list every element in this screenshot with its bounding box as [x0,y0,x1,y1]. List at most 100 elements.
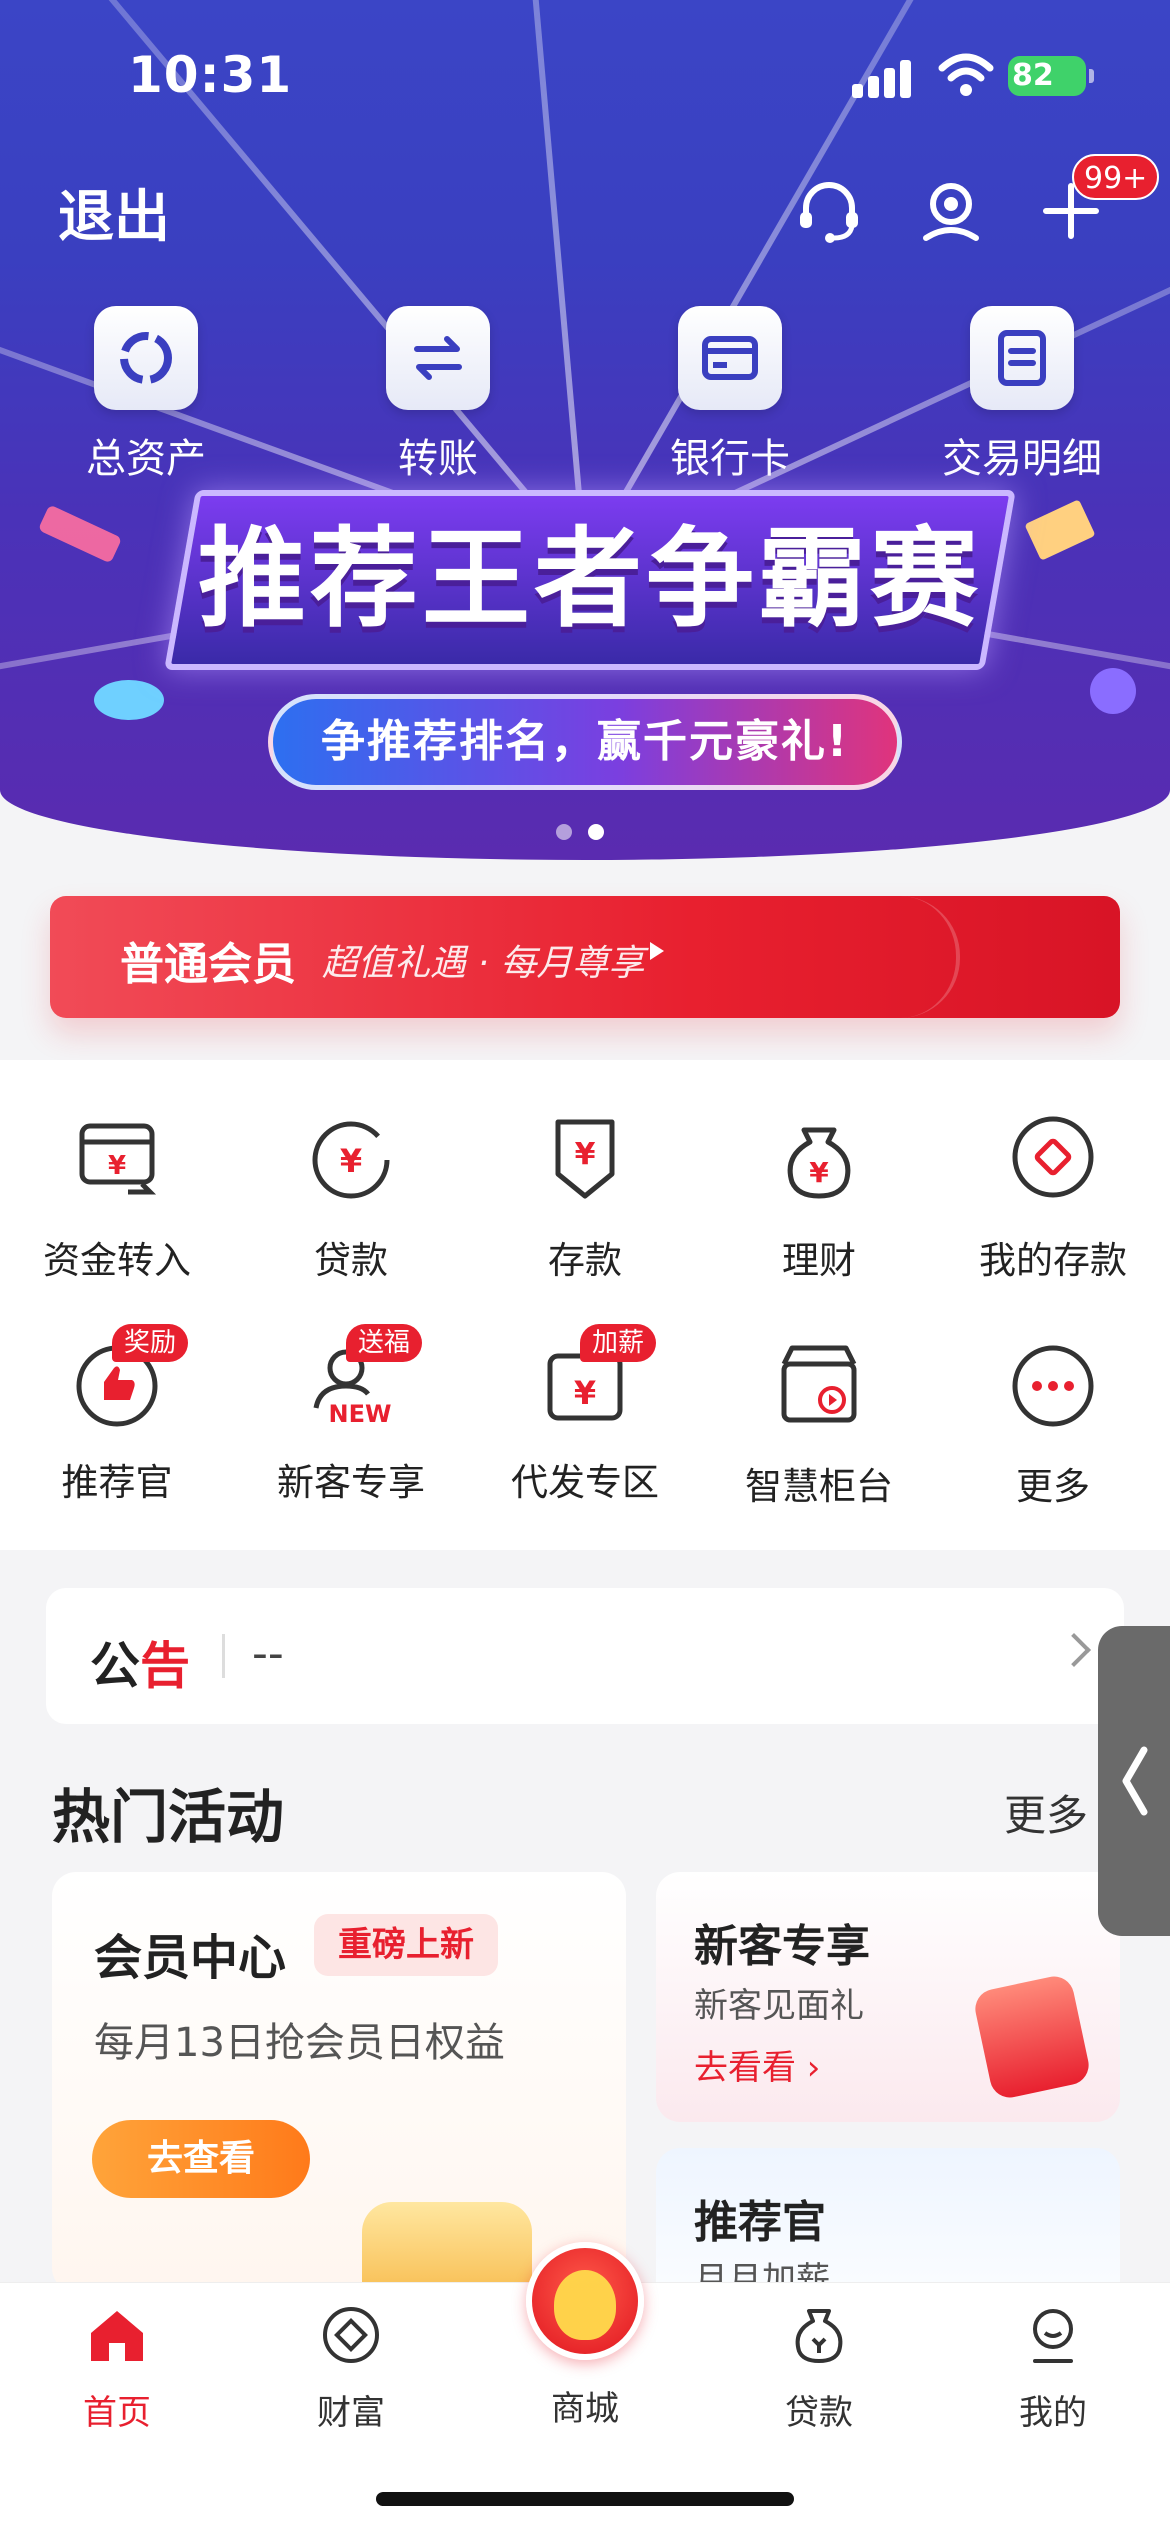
tab-label: 商城 [551,2389,619,2429]
service-wealth[interactable]: ¥ 理财 [702,1112,936,1284]
mascot-icon [554,2270,616,2340]
quick-total-assets[interactable]: 总资产 [56,306,236,484]
svg-text:¥: ¥ [574,1374,596,1412]
quick-label: 总资产 [86,436,206,482]
card-link-text: 去看看 [694,2048,796,2088]
service-fund-transfer-in[interactable]: ¥ 资金转入 [0,1112,234,1284]
home-indicator[interactable] [376,2492,794,2506]
more-icon [1012,1345,1094,1427]
quick-transaction-details[interactable]: 交易明细 [932,306,1112,484]
tab-loan[interactable]: 贷款 [702,2303,936,2434]
hot-activities-more-link[interactable]: 更多 [1004,1782,1088,1843]
confetti-decoration [37,504,123,564]
loan-icon: ¥ [312,1121,390,1199]
service-label: 更多 [1016,1465,1090,1508]
carousel-dot [556,824,572,840]
transfer-icon [386,306,490,410]
notification-badge: 99+ [1072,154,1160,200]
member-bar[interactable]: 普通会员 超值礼遇 · 每月尊享 [50,896,1120,1018]
tab-mine[interactable]: 我的 [936,2303,1170,2434]
card-title: 会员中心 [94,1930,287,1986]
status-time: 10:31 [128,46,293,104]
service-label: 理财 [782,1239,856,1282]
wealth-tab-icon [323,2307,379,2363]
mall-mascot-button[interactable] [526,2242,644,2360]
side-drawer-handle[interactable] [1098,1626,1170,1936]
deposit-icon: ¥ [555,1119,615,1199]
service-new-customer[interactable]: NEW 送福 新客专享 [234,1324,468,1506]
transaction-details-icon [970,306,1074,410]
svg-text:¥: ¥ [108,1151,126,1181]
hero-banner-area: 10:31 82 退出 99+ 总资产 转账 银行卡 交易明细 推荐王者争霸赛 … [0,0,1170,860]
home-icon [91,2311,143,2361]
decorative-arc [870,896,960,1018]
wifi-icon [938,53,994,96]
service-my-deposit[interactable]: 我的存款 [936,1112,1170,1284]
my-deposit-icon [1012,1116,1094,1198]
svg-text:¥: ¥ [809,1156,829,1189]
smart-counter-icon [781,1345,857,1423]
payroll-icon: ¥ 加薪 [540,1324,657,1428]
service-more[interactable]: 更多 [936,1338,1170,1510]
announcement-label-part: 公 [90,1637,140,1695]
quick-label: 银行卡 [670,436,790,482]
card-link[interactable]: 去看看 › [694,2040,820,2089]
carousel-dot-active [588,824,604,840]
tab-label: 财富 [317,2393,385,2433]
quick-bank-card[interactable]: 银行卡 [640,306,820,484]
tab-label: 我的 [1019,2393,1087,2433]
service-label: 贷款 [314,1239,388,1282]
cellular-signal-icon [852,58,914,98]
member-benefits: 超值礼遇 · 每月尊享 [322,943,645,984]
service-label: 推荐官 [61,1461,173,1504]
loan-tab-icon [795,2309,843,2363]
tab-home[interactable]: 首页 [0,2303,234,2434]
quick-transfer[interactable]: 转账 [348,306,528,484]
mine-tab-icon [1033,2309,1073,2363]
announcement-bar[interactable]: 公告 -- [46,1588,1124,1724]
fund-transfer-in-icon: ¥ [79,1123,157,1195]
new-customer-icon: NEW 送福 [306,1324,423,1428]
card-description: 每月13日抢会员日权益 [94,2020,505,2066]
new-customer-card[interactable]: 新客专享 新客见面礼 去看看 › [656,1872,1120,2122]
exit-button[interactable]: 退出 [58,172,170,253]
svg-text:¥: ¥ [340,1142,362,1180]
chevron-right-icon [1057,1633,1091,1667]
service-label: 智慧柜台 [745,1465,893,1508]
service-label: 我的存款 [979,1239,1127,1282]
announcement-label-part: 告 [140,1637,190,1695]
member-center-card[interactable]: 会员中心 重磅上新 每月13日抢会员日权益 去查看 [52,1872,626,2322]
view-button[interactable]: 去查看 [92,2120,310,2198]
chevron-left-icon [1122,1746,1148,1816]
service-label: 新客专享 [277,1461,425,1504]
service-smart-counter[interactable]: 智慧柜台 [702,1338,936,1510]
service-payroll[interactable]: ¥ 加薪 代发专区 [468,1324,702,1506]
carousel-indicator [556,824,604,840]
total-assets-icon [94,306,198,410]
user-profile-icon[interactable] [916,176,986,246]
wealth-icon: ¥ [787,1127,851,1199]
gift-box-illustration [971,1972,1093,2102]
referrer-icon: 奖励 [72,1324,189,1428]
app-home-page: 10:31 82 退出 99+ 总资产 转账 银行卡 交易明细 推荐王者争霸赛 … [0,0,1170,2532]
service-deposit[interactable]: ¥ 存款 [468,1112,702,1284]
service-tag: 加薪 [580,1324,657,1362]
customer-service-icon[interactable] [794,176,864,246]
tab-wealth[interactable]: 财富 [234,2303,468,2434]
card-description: 新客见面礼 [694,1986,864,2026]
service-grid: ¥ 资金转入 ¥ 贷款 ¥ 存款 ¥ 理财 我的存款 奖励 推荐官 NEW 送福… [0,1060,1170,1550]
service-label: 存款 [548,1239,622,1282]
banner-title[interactable]: 推荐王者争霸赛 [164,490,1016,670]
battery-level: 82 [1012,58,1054,93]
svg-text:NEW: NEW [329,1400,392,1428]
service-tag: 奖励 [112,1324,189,1362]
service-referrer[interactable]: 奖励 推荐官 [0,1324,234,1506]
banner-subtitle[interactable]: 争推荐排名，赢千元豪礼! [268,694,902,790]
member-level: 普通会员 [120,939,296,990]
service-loan[interactable]: ¥ 贷款 [234,1112,468,1284]
bank-card-icon [678,306,782,410]
quick-label: 转账 [398,436,478,482]
quick-label: 交易明细 [942,436,1102,482]
announcement-label: 公告 [90,1626,190,1698]
ufo-decoration [94,680,164,720]
